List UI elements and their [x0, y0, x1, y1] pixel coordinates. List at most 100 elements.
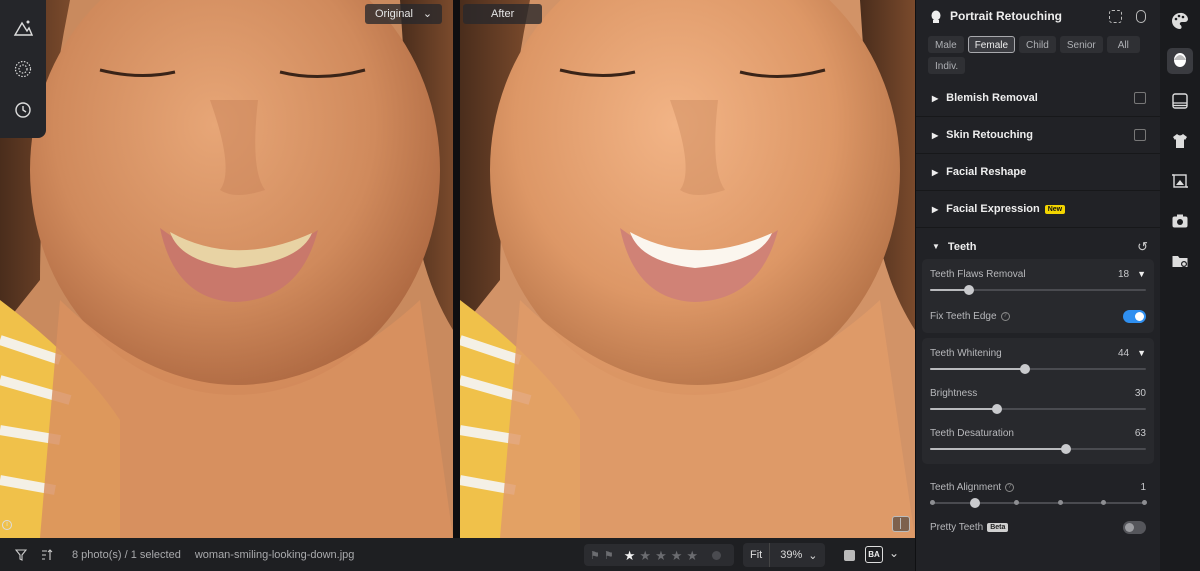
section-skin-retouching[interactable]: ▶ Skin Retouching: [916, 117, 1160, 154]
flag-reject-icon[interactable]: ⚑: [590, 549, 600, 562]
info-icon[interactable]: i: [2, 520, 12, 530]
chip-senior[interactable]: Senior: [1059, 36, 1103, 53]
caret-down-icon[interactable]: ▼: [1137, 269, 1146, 279]
single-view-icon[interactable]: [844, 550, 855, 561]
teeth-whitening-label: Teeth Whitening: [930, 347, 1002, 359]
chevron-down-icon: ⌄: [808, 549, 818, 562]
teeth-whitening-value[interactable]: 44: [1118, 348, 1129, 359]
fix-teeth-edge-label: Fix Teeth Edge: [930, 310, 997, 322]
teeth-alignment-slider[interactable]: [930, 496, 1147, 510]
reset-icon[interactable]: ↺: [1137, 239, 1148, 255]
section-facial-expression[interactable]: ▶ Facial Expression New: [916, 191, 1160, 228]
landscape-icon[interactable]: [1167, 88, 1193, 114]
zoom-fit-button[interactable]: Fit: [743, 543, 771, 567]
photo-count: 8 photo(s) / 1 selected: [72, 548, 181, 561]
portrait-icon: [931, 10, 941, 23]
grain-filter-icon[interactable]: [8, 54, 38, 84]
teeth-whitening-row: Teeth Whitening 44 ▼: [930, 344, 1146, 362]
folder-icon[interactable]: [1167, 248, 1193, 274]
section-label: Facial Expression: [946, 203, 1040, 215]
info-icon[interactable]: ?: [1005, 482, 1015, 492]
landscape-ai-icon[interactable]: [8, 13, 38, 43]
teeth-alignment-block: Teeth Alignment ? 1 Pretty Teeth Beta: [916, 464, 1160, 544]
filter-icon[interactable]: [10, 544, 32, 566]
teeth-whitening-slider[interactable]: [930, 362, 1146, 376]
slider-knob[interactable]: [970, 498, 981, 508]
bottom-bar: 8 photo(s) / 1 selected woman-smiling-lo…: [0, 538, 915, 571]
chip-male[interactable]: Male: [928, 36, 964, 53]
original-photo[interactable]: [0, 0, 453, 538]
split-divider[interactable]: [453, 0, 460, 538]
expand-icon: ▶: [932, 167, 939, 177]
star-3-icon[interactable]: ★: [655, 549, 667, 562]
teeth-flaws-slider[interactable]: [930, 283, 1146, 297]
camera-icon[interactable]: [1167, 208, 1193, 234]
section-label: Facial Reshape: [946, 166, 1027, 178]
fix-teeth-edge-row: Fix Teeth Edge ?: [930, 303, 1146, 329]
original-dropdown[interactable]: Original ⌄: [365, 4, 443, 24]
chip-female[interactable]: Female: [967, 36, 1016, 53]
brush-icon[interactable]: [1134, 92, 1146, 104]
brush-icon[interactable]: [1134, 129, 1146, 141]
chip-all[interactable]: All: [1106, 36, 1140, 53]
portrait-icon[interactable]: [1167, 48, 1193, 74]
brightness-label: Brightness: [930, 387, 978, 399]
left-toolbar: [0, 0, 46, 138]
star-4-icon[interactable]: ★: [671, 549, 683, 562]
teeth-flaws-row: Teeth Flaws Removal 18 ▼: [930, 265, 1146, 283]
slider-knob[interactable]: [1020, 364, 1031, 374]
chip-individual[interactable]: Indiv.: [928, 57, 966, 74]
star-1-icon[interactable]: ★: [624, 549, 636, 562]
teeth-alignment-label: Teeth Alignment: [930, 481, 1002, 493]
slider-knob[interactable]: [1061, 444, 1072, 454]
history-icon[interactable]: [8, 95, 38, 125]
teeth-flaws-value[interactable]: 18: [1118, 269, 1129, 280]
expand-icon: ▶: [932, 93, 939, 103]
zoom-value[interactable]: 39%: [770, 549, 802, 561]
section-facial-reshape[interactable]: ▶ Facial Reshape: [916, 154, 1160, 191]
sync-icon[interactable]: [1136, 9, 1146, 23]
brightness-slider[interactable]: [930, 402, 1146, 416]
original-label: Original: [375, 8, 413, 20]
color-label-icon[interactable]: [712, 550, 722, 560]
teeth-alignment-value[interactable]: 1: [1140, 482, 1146, 493]
fix-teeth-edge-toggle[interactable]: [1123, 309, 1146, 323]
face-select-icon[interactable]: [1109, 9, 1122, 23]
section-label: Skin Retouching: [946, 129, 1033, 141]
before-after-toggle[interactable]: BA: [865, 546, 883, 563]
after-label-text: After: [491, 8, 515, 20]
teeth-flaws-group: Teeth Flaws Removal 18 ▼ Fix Teeth Edge …: [922, 259, 1154, 333]
app-window: Original ⌄ After i 8 photo(s) / 1 select…: [0, 0, 1200, 571]
chip-child[interactable]: Child: [1019, 36, 1056, 53]
filename: woman-smiling-looking-down.jpg: [194, 548, 355, 561]
slider-knob[interactable]: [963, 285, 974, 295]
expand-icon: ▶: [932, 204, 939, 214]
pretty-teeth-toggle[interactable]: [1123, 520, 1146, 534]
info-icon[interactable]: ?: [1000, 311, 1010, 321]
chevron-down-icon[interactable]: ⌄: [889, 546, 899, 560]
brightness-row: Brightness 30: [930, 384, 1146, 402]
star-5-icon[interactable]: ★: [686, 549, 698, 562]
palette-icon[interactable]: [1167, 8, 1193, 34]
after-photo[interactable]: [460, 0, 915, 538]
brightness-value[interactable]: 30: [1135, 388, 1146, 399]
section-label: Blemish Removal: [946, 92, 1038, 104]
flag-pick-icon[interactable]: ⚑: [604, 549, 614, 562]
tool-rail: [1160, 0, 1200, 571]
section-label: Teeth: [947, 240, 977, 253]
teeth-desaturation-value[interactable]: 63: [1135, 428, 1146, 439]
star-2-icon[interactable]: ★: [639, 549, 651, 562]
compare-view-icon[interactable]: [892, 516, 910, 532]
slider-knob[interactable]: [991, 404, 1002, 414]
zoom-control[interactable]: Fit 39% ⌄: [743, 543, 825, 567]
caret-down-icon[interactable]: ▼: [1137, 348, 1146, 358]
teeth-whitening-group: Teeth Whitening 44 ▼ Brightness 30 Teeth…: [922, 338, 1154, 464]
section-blemish-removal[interactable]: ▶ Blemish Removal: [916, 80, 1160, 117]
chevron-down-icon: ⌄: [422, 8, 433, 20]
crop-icon[interactable]: [1167, 168, 1193, 194]
sort-icon[interactable]: [36, 544, 58, 566]
expand-icon: ▶: [932, 130, 939, 140]
tshirt-icon[interactable]: [1167, 128, 1193, 154]
panel-title: Portrait Retouching: [950, 9, 1063, 23]
teeth-desaturation-slider[interactable]: [930, 442, 1146, 456]
